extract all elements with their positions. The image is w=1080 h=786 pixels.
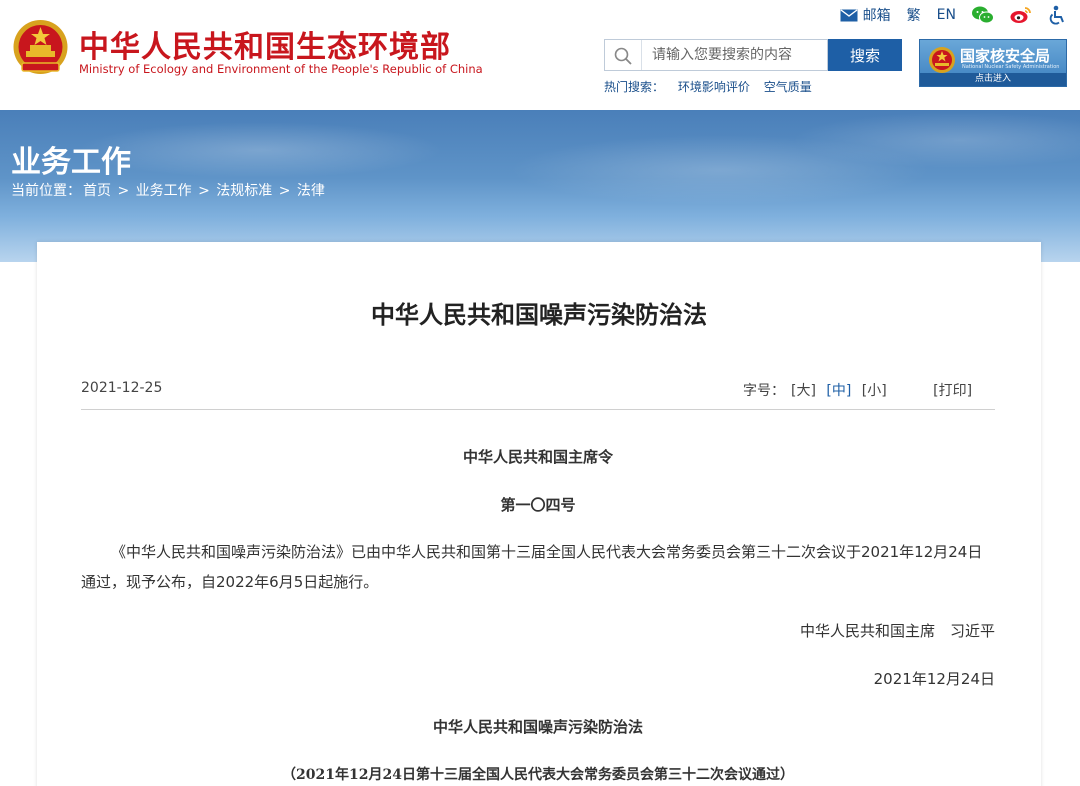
mail-icon <box>840 8 858 21</box>
mail-label: 邮箱 <box>862 8 891 24</box>
font-size-tools: 字号： [大] [中] [小] [打印] <box>743 380 978 400</box>
english-link[interactable]: EN <box>937 7 956 23</box>
nnsa-emblem-icon <box>929 47 955 73</box>
breadcrumb-label: 当前位置： <box>11 183 81 199</box>
search-icon <box>614 47 632 65</box>
traditional-chinese-link[interactable]: 繁 <box>907 5 921 25</box>
search-bar: 搜索 <box>604 39 902 71</box>
site-title[interactable]: 中华人民共和国生态环境部 <box>79 22 451 66</box>
article-meta: 2021-12-25 字号： [大] [中] [小] [打印] <box>81 380 995 410</box>
article-card: 中华人民共和国噪声污染防治法 2021-12-25 字号： [大] [中] [小]… <box>37 242 1041 786</box>
article-title: 中华人民共和国噪声污染防治法 <box>371 301 707 329</box>
law-title: 中华人民共和国噪声污染防治法 <box>432 718 643 736</box>
breadcrumb-business[interactable]: 业务工作 <box>136 183 192 199</box>
search-input[interactable] <box>641 40 827 70</box>
site-subtitle: Ministry of Ecology and Environment of t… <box>79 62 483 76</box>
section-title: 业务工作 <box>11 145 131 180</box>
breadcrumb-regulations[interactable]: 法规标准 <box>216 183 272 199</box>
national-emblem-icon[interactable] <box>12 17 69 79</box>
search-box <box>604 39 828 71</box>
mail-link[interactable]: 邮箱 <box>840 5 891 25</box>
breadcrumb-separator: > <box>278 183 291 199</box>
section-banner: 业务工作 当前位置： 首页 > 业务工作 > 法规标准 > 法律 <box>0 110 1080 262</box>
nnsa-enter-label: 点击进入 <box>920 73 1066 86</box>
font-medium-button[interactable]: [中] <box>826 383 851 399</box>
font-size-label: 字号： <box>743 383 785 399</box>
hot-search-item-air-quality[interactable]: 空气质量 <box>764 80 812 94</box>
article-date: 2021-12-25 <box>81 380 163 396</box>
wechat-icon[interactable] <box>972 6 994 24</box>
breadcrumb-home[interactable]: 首页 <box>83 183 111 199</box>
hot-searches: 热门搜索： 环境影响评价 空气质量 <box>604 78 822 95</box>
breadcrumb-law[interactable]: 法律 <box>297 183 325 199</box>
signatory: 中华人民共和国主席 习近平 <box>799 622 995 640</box>
breadcrumb: 当前位置： 首页 > 业务工作 > 法规标准 > 法律 <box>11 180 327 200</box>
hot-search-item-eia[interactable]: 环境影响评价 <box>678 80 750 94</box>
top-links: 邮箱 繁 EN <box>840 4 1066 26</box>
print-button[interactable]: [打印] <box>933 383 972 399</box>
breadcrumb-separator: > <box>117 183 130 199</box>
hot-search-label: 热门搜索： <box>604 80 665 94</box>
font-small-button[interactable]: [小] <box>862 383 887 399</box>
weibo-icon[interactable] <box>1010 6 1032 24</box>
law-adoption-note: （2021年12月24日第十三届全国人民代表大会常务委员会第三十二次会议通过） <box>282 767 794 783</box>
order-title: 中华人民共和国主席令 <box>462 448 613 466</box>
font-large-button[interactable]: [大] <box>791 383 816 399</box>
announcement-paragraph: 《中华人民共和国噪声污染防治法》已由中华人民共和国第十三届全国人民代表大会常务委… <box>81 543 983 591</box>
breadcrumb-separator: > <box>198 183 210 199</box>
order-number: 第一〇四号 <box>500 496 576 514</box>
accessibility-icon[interactable] <box>1048 5 1066 25</box>
site-header: 中华人民共和国生态环境部 Ministry of Ecology and Env… <box>0 0 1080 110</box>
nnsa-name: 国家核安全局 <box>960 47 1051 65</box>
signing-date: 2021年12月24日 <box>873 670 995 688</box>
nnsa-banner-link[interactable]: 国家核安全局 National Nuclear Safety Administr… <box>919 39 1067 87</box>
nnsa-english-name: National Nuclear Safety Administration <box>962 64 1060 70</box>
search-button[interactable]: 搜索 <box>828 39 902 71</box>
